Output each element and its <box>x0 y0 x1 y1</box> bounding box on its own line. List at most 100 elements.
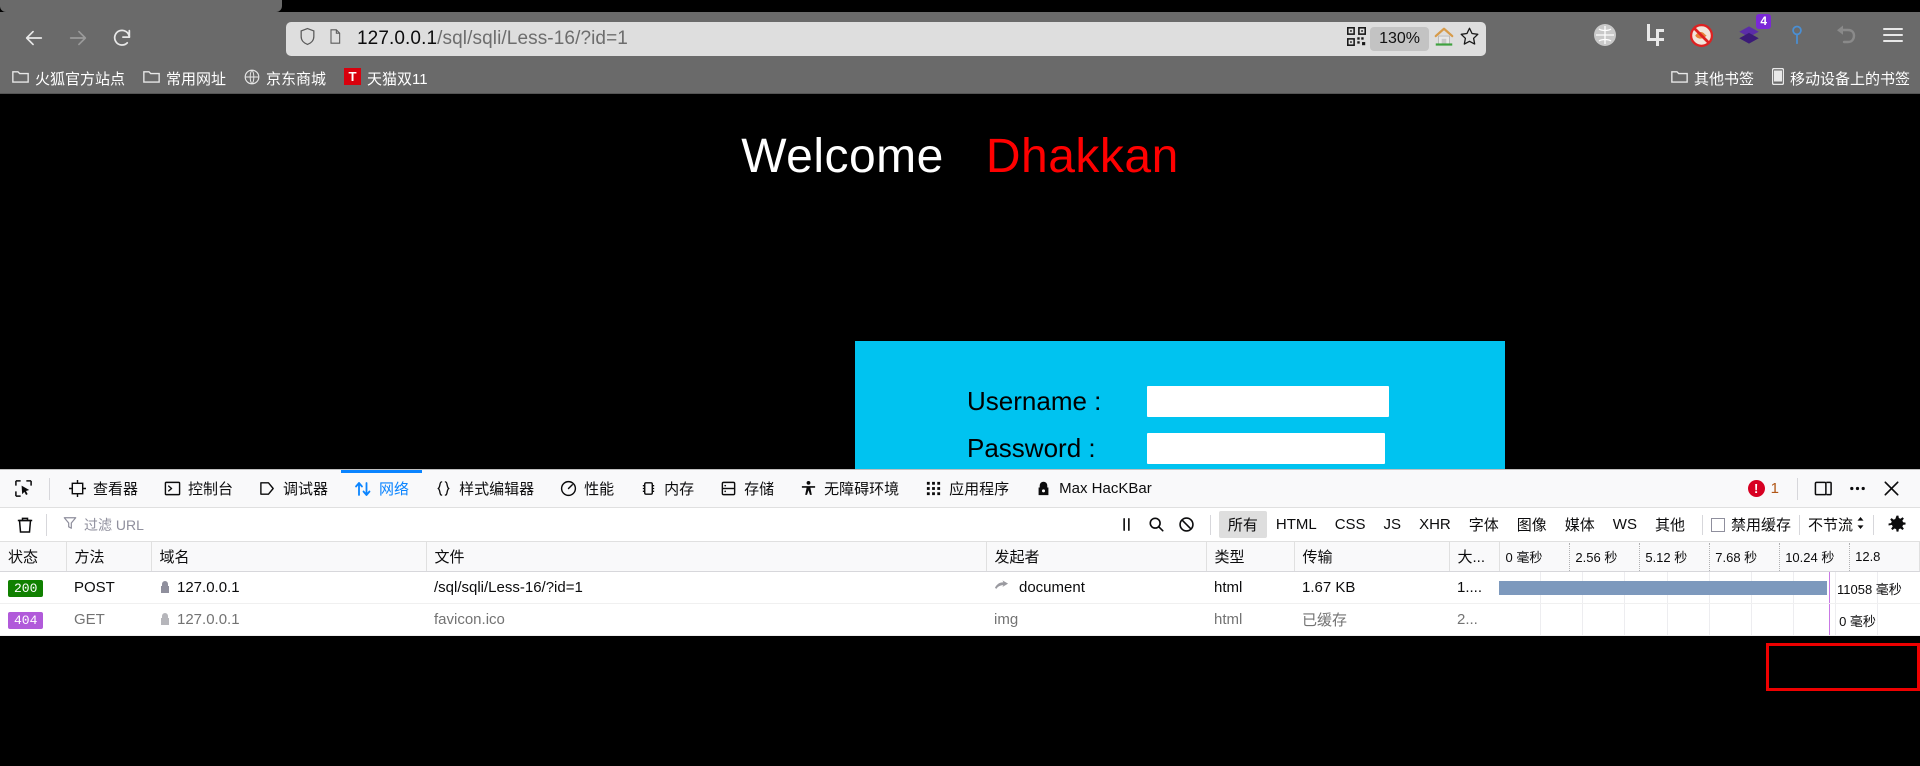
bookmark-mobile-folder[interactable]: 移动设备上的书签 <box>1771 67 1910 89</box>
extensions-group: 4 <box>1592 14 1906 48</box>
filter-type-all[interactable]: 所有 <box>1218 511 1267 538</box>
zoom-level-badge[interactable]: 130% <box>1370 27 1429 51</box>
waterfall-bar <box>1499 581 1827 595</box>
filter-type-html[interactable]: HTML <box>1267 513 1326 536</box>
filter-url-input[interactable]: 过滤 URL <box>63 515 144 535</box>
filter-type-xhr[interactable]: XHR <box>1410 513 1460 536</box>
tab-max-hackbar[interactable]: Max HacKBar <box>1022 470 1165 508</box>
waterfall-tick: 5.12 秒 <box>1639 542 1709 571</box>
globe-icon <box>244 69 260 89</box>
col-transferred[interactable]: 传输 <box>1294 542 1450 572</box>
pause-requests-button[interactable] <box>1112 512 1142 538</box>
error-count-badge[interactable]: ! 1 <box>1747 480 1779 497</box>
col-type[interactable]: 类型 <box>1206 542 1295 572</box>
bookmarks-bar: 火狐官方站点 常用网址 京东商城 T 天猫双11 其他书签 移动设备上的书签 <box>0 64 1920 94</box>
password-input[interactable] <box>1147 433 1385 464</box>
col-size[interactable]: 大... <box>1449 542 1500 572</box>
tab-network[interactable]: 网络 <box>341 470 422 508</box>
bookmark-item[interactable]: 火狐官方站点 <box>12 68 125 89</box>
table-row[interactable]: 404 GET 127.0.0.1 favicon.ico img html 已… <box>0 603 1920 636</box>
reload-button[interactable] <box>100 19 144 57</box>
block-foxy-icon[interactable] <box>1688 22 1714 48</box>
waterfall-tick: 0 毫秒 <box>1505 550 1543 565</box>
tab-memory[interactable]: 内存 <box>627 470 707 508</box>
bookmark-other-folder[interactable]: 其他书签 <box>1671 68 1754 89</box>
chevron-updown-icon <box>1856 516 1865 534</box>
cell-type: html <box>1206 571 1294 604</box>
crop-tool-icon[interactable] <box>1640 22 1666 48</box>
col-method[interactable]: 方法 <box>66 542 152 572</box>
more-options-button[interactable] <box>1842 474 1872 504</box>
throttle-select[interactable]: 不节流 <box>1808 514 1865 535</box>
col-waterfall[interactable]: 0 毫秒 2.56 秒 5.12 秒 7.68 秒 10.24 秒 12.8 <box>1499 542 1920 572</box>
filter-type-media[interactable]: 媒体 <box>1556 511 1604 538</box>
address-bar[interactable]: 127.0.0.1/sql/sqli/Less-16/?id=1 130% <box>286 22 1486 56</box>
block-requests-button[interactable] <box>1172 512 1202 538</box>
home-icon[interactable] <box>1433 26 1455 53</box>
forward-button[interactable] <box>56 19 100 57</box>
bookmark-item[interactable]: 常用网址 <box>143 68 226 89</box>
globe-grid-icon[interactable] <box>1592 22 1618 48</box>
qrcode-icon[interactable] <box>1347 27 1367 51</box>
filter-type-ws[interactable]: WS <box>1604 513 1646 536</box>
checkbox-box[interactable] <box>1710 517 1725 532</box>
close-devtools-button[interactable] <box>1876 474 1906 504</box>
console-icon <box>164 480 181 497</box>
disable-cache-checkbox[interactable]: 禁用缓存 <box>1710 514 1791 535</box>
menu-hamburger-icon[interactable] <box>1880 22 1906 48</box>
devtools-toolbar: 查看器 控制台 调试器 网络 样式编辑器 性能 内存 存储 无障碍环境 应用程序… <box>0 470 1920 508</box>
filter-type-js[interactable]: JS <box>1375 513 1411 536</box>
url-path: /sql/sqli/Less-16/?id=1 <box>437 28 628 49</box>
bookmark-item[interactable]: 京东商城 <box>244 68 326 89</box>
url-text[interactable]: 127.0.0.1/sql/sqli/Less-16/?id=1 <box>357 28 628 50</box>
col-domain[interactable]: 域名 <box>151 542 427 572</box>
col-initiator[interactable]: 发起者 <box>986 542 1207 572</box>
accessibility-icon <box>800 480 817 497</box>
pin-key-icon[interactable] <box>1784 22 1810 48</box>
welcome-text: Welcome <box>741 130 944 183</box>
element-picker-icon[interactable] <box>0 479 43 498</box>
devtools-panel: 查看器 控制台 调试器 网络 样式编辑器 性能 内存 存储 无障碍环境 应用程序… <box>0 469 1920 691</box>
waterfall-tick: 7.68 秒 <box>1709 542 1779 571</box>
bookmark-item[interactable]: T 天猫双11 <box>344 68 428 89</box>
network-settings-gear-icon[interactable] <box>1882 512 1912 538</box>
dock-toggle-button[interactable] <box>1808 474 1838 504</box>
tab-application[interactable]: 应用程序 <box>912 470 1022 508</box>
tab-debugger[interactable]: 调试器 <box>246 470 341 508</box>
lock-icon <box>159 580 171 594</box>
tab-inspector[interactable]: 查看器 <box>56 470 151 508</box>
layers-extension-icon[interactable]: 4 <box>1736 14 1771 48</box>
undo-arrow-icon[interactable] <box>1832 22 1858 48</box>
table-row[interactable]: 200 POST 127.0.0.1 /sql/sqli/Less-16/?id… <box>0 571 1920 604</box>
network-requests-table: 状态 方法 域名 文件 发起者 类型 传输 大... 0 毫秒 2.56 秒 5… <box>0 542 1920 636</box>
col-status[interactable]: 状态 <box>0 542 67 572</box>
tab-performance[interactable]: 性能 <box>547 470 627 508</box>
cell-status: 200 <box>0 571 66 604</box>
search-button[interactable] <box>1142 512 1172 538</box>
browser-tab[interactable] <box>0 0 282 12</box>
cell-file: favicon.ico <box>426 603 986 636</box>
filter-type-image[interactable]: 图像 <box>1508 511 1556 538</box>
clear-requests-button[interactable] <box>10 510 40 540</box>
status-badge: 404 <box>8 611 44 629</box>
col-file[interactable]: 文件 <box>426 542 987 572</box>
bookmark-star-icon[interactable] <box>1459 26 1480 52</box>
filter-type-other[interactable]: 其他 <box>1646 511 1694 538</box>
back-button[interactable] <box>12 19 56 57</box>
inspector-icon <box>69 480 86 497</box>
tab-label: 无障碍环境 <box>824 481 900 498</box>
username-input[interactable] <box>1147 386 1389 417</box>
tab-style-editor[interactable]: 样式编辑器 <box>422 470 547 508</box>
network-filter-bar: 过滤 URL 所有 HTML CSS JS XHR 字体 图像 媒体 WS 其他 <box>0 508 1920 542</box>
filter-type-css[interactable]: CSS <box>1326 513 1375 536</box>
cell-transferred: 1.67 KB <box>1294 571 1449 604</box>
tab-accessibility[interactable]: 无障碍环境 <box>787 470 912 508</box>
style-editor-icon <box>435 480 452 497</box>
filter-type-font[interactable]: 字体 <box>1460 511 1508 538</box>
tab-label: 控制台 <box>188 481 234 498</box>
tab-storage[interactable]: 存储 <box>707 470 787 508</box>
tab-console[interactable]: 控制台 <box>151 470 246 508</box>
page-info-icon[interactable] <box>327 27 343 51</box>
cell-initiator: document <box>986 571 1206 604</box>
shield-icon[interactable] <box>298 26 317 52</box>
